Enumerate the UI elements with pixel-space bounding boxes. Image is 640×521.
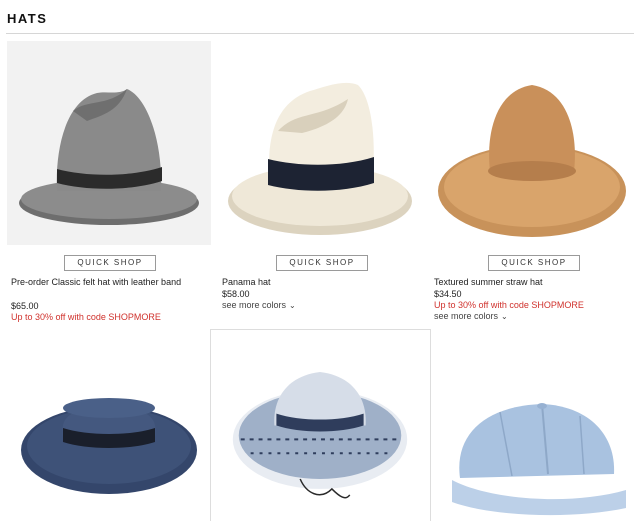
straw-hat-graphic — [438, 85, 626, 237]
promo-text: Up to 30% off with code SHOPMORE — [434, 300, 584, 310]
product-price: $34.50 — [434, 289, 462, 299]
felt-hat-graphic — [19, 89, 199, 225]
panama-hat-graphic — [228, 82, 412, 235]
woven-hat-graphic — [232, 371, 408, 499]
product-price: $65.00 — [11, 301, 39, 311]
quick-shop-button[interactable]: QUICK SHOP — [276, 255, 368, 271]
section-title: HATS — [7, 11, 48, 26]
section-header: HATS — [7, 10, 47, 28]
cap-graphic — [452, 403, 626, 516]
quick-shop-button[interactable]: QUICK SHOP — [488, 255, 580, 271]
header-divider — [6, 33, 634, 34]
product-image-panama-hat[interactable] — [218, 41, 422, 245]
product-image-straw-hat[interactable] — [430, 41, 634, 245]
see-more-colors-link[interactable]: see more colors ⌄ — [434, 311, 508, 321]
product-image-boater-hat[interactable] — [7, 330, 211, 521]
product-image-felt-hat[interactable] — [7, 41, 211, 245]
chevron-down-icon: ⌄ — [289, 301, 296, 310]
see-more-colors-label: see more colors — [222, 300, 287, 310]
product-name[interactable]: Textured summer straw hat — [434, 277, 634, 288]
product-price: $58.00 — [222, 289, 250, 299]
product-name[interactable]: Pre-order Classic felt hat with leather … — [11, 277, 211, 288]
promo-text: Up to 30% off with code SHOPMORE — [11, 312, 161, 322]
product-name[interactable]: Panama hat — [222, 277, 422, 288]
product-image-cap[interactable] — [430, 330, 634, 521]
see-more-colors-link[interactable]: see more colors ⌄ — [222, 300, 296, 310]
boater-hat-graphic — [21, 398, 197, 494]
product-image-woven-hat[interactable] — [210, 329, 431, 521]
quick-shop-button[interactable]: QUICK SHOP — [64, 255, 156, 271]
chevron-down-icon: ⌄ — [501, 312, 508, 321]
see-more-colors-label: see more colors — [434, 311, 499, 321]
